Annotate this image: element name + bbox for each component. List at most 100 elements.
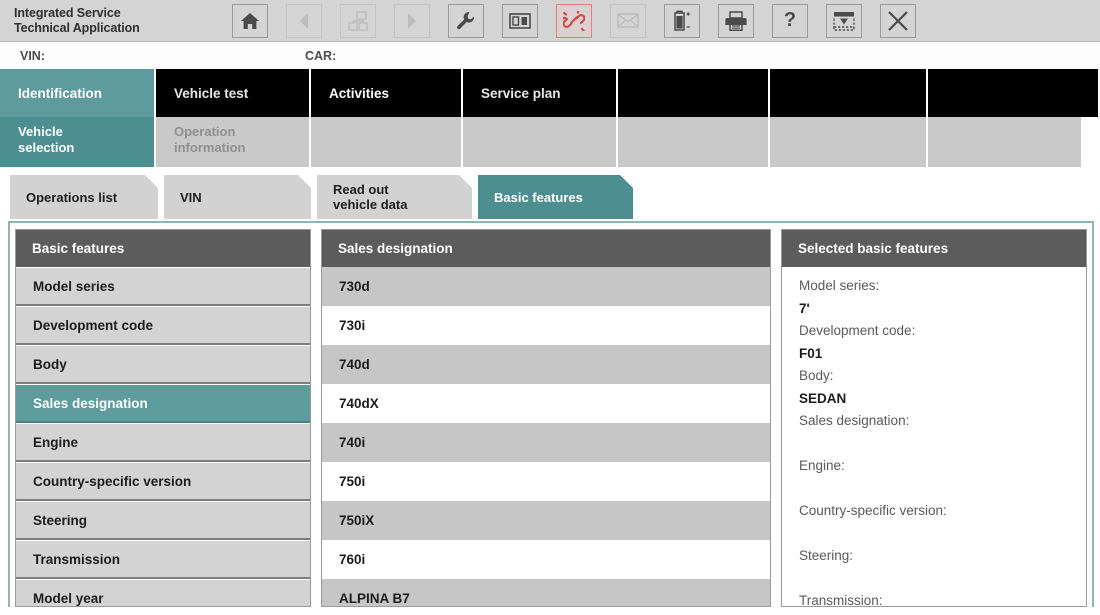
- sales-designation-row[interactable]: ALPINA B7: [322, 579, 770, 606]
- selected-feature-key: Sales designation:: [799, 413, 910, 428]
- sales-designation-row[interactable]: 760i: [322, 540, 770, 579]
- sales-designation-label: 750i: [339, 474, 366, 489]
- selected-basic-features-header: Selected basic features: [782, 230, 1086, 267]
- car-label: CAR:: [305, 48, 337, 63]
- tab-label: Read out vehicle data: [333, 182, 408, 212]
- selected-feature-value: SEDAN: [799, 390, 847, 406]
- selected-feature-key: Development code:: [799, 323, 916, 338]
- sub-nav-label-line: Operation: [174, 124, 236, 139]
- home-icon[interactable]: [232, 3, 268, 38]
- sub-nav-vehicle-selection[interactable]: Vehicle selection: [0, 117, 156, 167]
- sub-nav-operation-information: Operation information: [156, 117, 311, 167]
- sales-designation-label: 740i: [339, 435, 366, 450]
- sub-nav-label-line: Vehicle: [18, 124, 63, 139]
- id-card-icon[interactable]: [502, 3, 538, 38]
- battery-icon[interactable]: [664, 3, 700, 38]
- toolbar-icon-group: ?: [232, 3, 934, 38]
- toolbar: Integrated Service Technical Application…: [0, 0, 1100, 42]
- selected-basic-features-detail: Model series: 7' Development code: F01 Body:…: [782, 267, 1086, 606]
- tab-strip: Operations list VIN Read out vehicle data Ba…: [0, 167, 1100, 221]
- app-title: Integrated Service Technical Application: [0, 6, 232, 36]
- close-icon[interactable]: [880, 3, 916, 38]
- selected-feature-key: Engine:: [799, 458, 845, 473]
- basic-feature-row[interactable]: Engine: [16, 423, 310, 462]
- sales-designation-label: 760i: [339, 552, 366, 567]
- selected-feature-key: Transmission:: [799, 593, 883, 606]
- basic-feature-label: Transmission: [33, 551, 121, 567]
- basic-feature-row[interactable]: Sales designation: [16, 384, 310, 423]
- sales-designation-row[interactable]: 740dX: [322, 384, 770, 423]
- sales-designation-row[interactable]: 740i: [322, 423, 770, 462]
- vehicle-status-bar: VIN: CAR:: [0, 42, 1100, 69]
- arrow-left-icon: [286, 3, 322, 38]
- selected-feature-value: [799, 478, 1086, 501]
- tab-vin[interactable]: VIN: [164, 175, 311, 219]
- broken-link-icon[interactable]: [556, 3, 592, 38]
- selected-feature-key: Model series:: [799, 278, 880, 293]
- basic-feature-label: Model year: [33, 590, 104, 606]
- selected-feature-key: Steering:: [799, 548, 854, 563]
- basic-feature-row[interactable]: Model year: [16, 579, 310, 606]
- selected-feature-value: 7': [799, 300, 810, 316]
- tab-read-out-vehicle-data[interactable]: Read out vehicle data: [317, 175, 472, 219]
- basic-features-list[interactable]: Model series Development code Body Sales de…: [16, 267, 310, 606]
- app-title-line2: Technical Application: [14, 20, 140, 35]
- basic-feature-row[interactable]: Development code: [16, 306, 310, 345]
- basic-features-panel: Basic features Model series Development c…: [15, 229, 311, 607]
- basic-feature-row[interactable]: Steering: [16, 501, 310, 540]
- sales-designation-label: 750iX: [339, 513, 375, 528]
- sales-designation-label: 730d: [339, 279, 370, 294]
- basic-feature-row[interactable]: Model series: [16, 267, 310, 306]
- sales-designation-row[interactable]: 750i: [322, 462, 770, 501]
- main-nav-label: Vehicle test: [174, 85, 249, 101]
- vin-label: VIN:: [20, 48, 45, 63]
- sales-designation-row[interactable]: 730d: [322, 267, 770, 306]
- tab-operations-list[interactable]: Operations list: [10, 175, 158, 219]
- sales-designation-row[interactable]: 730i: [322, 306, 770, 345]
- basic-feature-label: Steering: [33, 512, 88, 528]
- main-nav-empty-5: [770, 69, 928, 117]
- export-icon[interactable]: [826, 3, 862, 38]
- envelope-icon: [610, 3, 646, 38]
- printer-icon[interactable]: [718, 3, 754, 38]
- sales-designation-row[interactable]: 750iX: [322, 501, 770, 540]
- main-nav-identification[interactable]: Identification: [0, 69, 156, 117]
- basic-feature-row[interactable]: Transmission: [16, 540, 310, 579]
- sales-designation-label: 740d: [339, 357, 370, 372]
- sales-designation-label: 740dX: [339, 396, 379, 411]
- content-area: Basic features Model series Development c…: [8, 221, 1094, 607]
- tab-label: Basic features: [494, 189, 583, 205]
- main-nav-service-plan[interactable]: Service plan: [463, 69, 618, 117]
- selected-feature-value: [799, 568, 1086, 591]
- basic-feature-label: Development code: [33, 317, 154, 333]
- sales-designation-label: 730i: [339, 318, 366, 333]
- selected-feature-value: [799, 433, 1086, 456]
- basic-feature-row[interactable]: Country-specific version: [16, 462, 310, 501]
- basic-feature-label: Engine: [33, 434, 79, 450]
- wrench-icon[interactable]: [448, 3, 484, 38]
- basic-feature-row[interactable]: Body: [16, 345, 310, 384]
- sales-designation-panel: Sales designation 730d 730i 740d 740dX 740i 7…: [321, 229, 771, 607]
- main-nav-label: Activities: [329, 85, 390, 101]
- selected-basic-features-panel: Selected basic features Model series: 7' D…: [781, 229, 1087, 607]
- sub-nav-empty-5: [770, 117, 928, 167]
- tab-basic-features[interactable]: Basic features: [478, 175, 633, 219]
- sub-nav-empty-3: [463, 117, 618, 167]
- flowchart-icon: [340, 3, 376, 38]
- selected-feature-key: Body:: [799, 368, 834, 383]
- question-icon[interactable]: ?: [772, 3, 808, 38]
- selected-feature-value: F01: [799, 345, 823, 361]
- selected-feature-key: Country-specific version:: [799, 503, 947, 518]
- main-nav-vehicle-test[interactable]: Vehicle test: [156, 69, 311, 117]
- main-nav-label: Identification: [18, 85, 102, 101]
- sub-navigation: Vehicle selection Operation information: [0, 117, 1100, 167]
- tab-label: VIN: [180, 189, 202, 205]
- sales-designation-row[interactable]: 740d: [322, 345, 770, 384]
- app-title-line1: Integrated Service: [14, 5, 121, 20]
- basic-features-header: Basic features: [16, 230, 310, 267]
- tab-label: Operations list: [26, 189, 118, 205]
- sub-nav-label-line: information: [174, 140, 246, 155]
- sales-designation-list[interactable]: 730d 730i 740d 740dX 740i 750i 750iX 760i ALPINA…: [322, 267, 770, 606]
- main-nav-empty-6: [928, 69, 1100, 117]
- main-nav-activities[interactable]: Activities: [311, 69, 463, 117]
